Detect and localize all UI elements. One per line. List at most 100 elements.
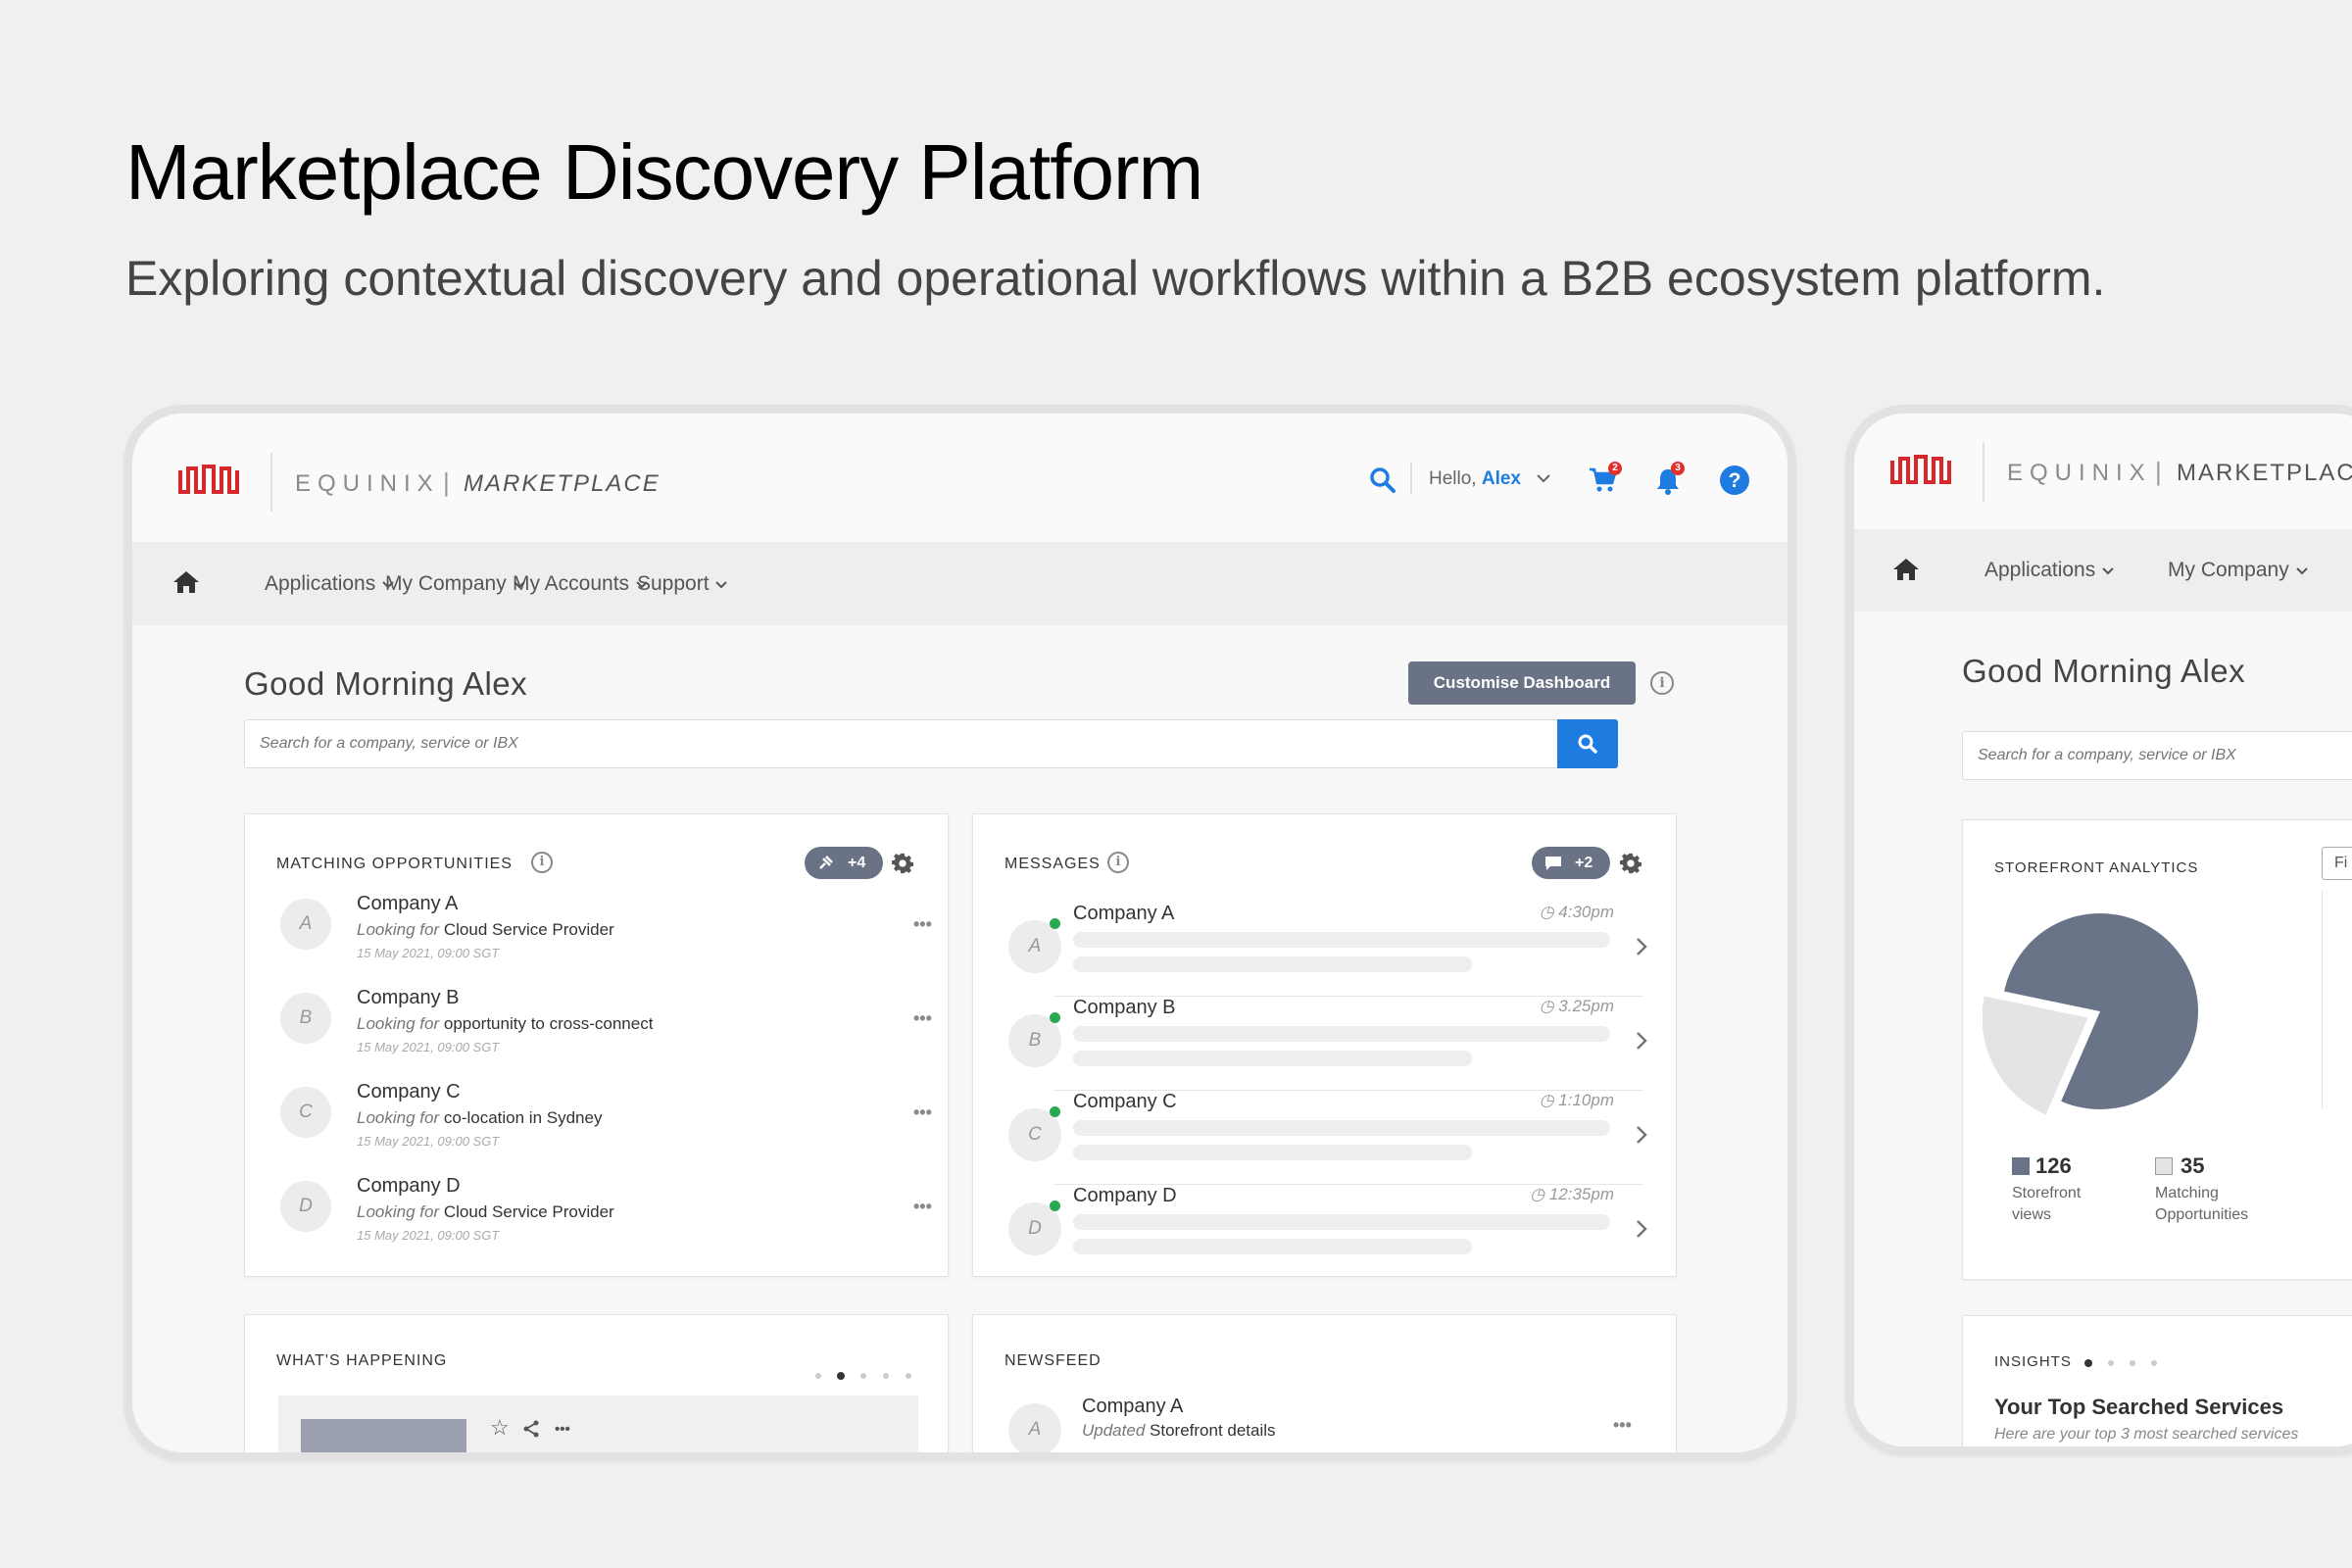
search-input[interactable] xyxy=(1963,732,2352,779)
storefront-pie-chart xyxy=(1983,913,2198,1115)
nav-my-company[interactable]: My Company xyxy=(385,572,526,596)
nav-my-accounts[interactable]: My Accounts xyxy=(513,572,649,596)
brand-product: MARKETPLACE xyxy=(464,470,661,497)
message-time: ◷ 4:30pm xyxy=(1539,903,1614,921)
opportunity-item[interactable]: D Company D Looking for Cloud Service Pr… xyxy=(280,1175,932,1253)
more-options-icon[interactable]: ••• xyxy=(913,1197,932,1217)
page-title: Good Morning Alex xyxy=(1962,653,2246,689)
search-input[interactable] xyxy=(245,720,1519,767)
opportunity-item[interactable]: B Company B Looking for opportunity to c… xyxy=(280,987,932,1065)
avatar: D xyxy=(280,1181,331,1232)
filter-button[interactable]: Fi xyxy=(2322,847,2352,880)
dashboard-screen-main: EQUINIX | MARKETPLACE Hello, Alex 2 3 ? … xyxy=(123,405,1796,1461)
storefront-analytics-card: STOREFRONT ANALYTICS Fi 126 Storefront vi… xyxy=(1962,819,2352,1280)
chevron-right-icon xyxy=(1637,938,1647,956)
carousel-dot-active[interactable] xyxy=(2084,1359,2092,1367)
nav-applications[interactable]: Applications xyxy=(265,572,395,596)
plug-icon xyxy=(819,856,833,869)
hero-subtitle: Exploring contextual discovery and opera… xyxy=(125,251,2106,306)
opportunities-count-pill[interactable]: +4 xyxy=(805,847,883,879)
messages-card: MESSAGES i +2 A Company A ◷ 4:30pm B Com… xyxy=(972,813,1677,1277)
opportunity-date: 15 May 2021, 09:00 SGT xyxy=(357,1134,500,1149)
avatar: A xyxy=(280,899,331,950)
dashboard-content: Good Morning Alex STOREFRONT ANALYTICS F… xyxy=(1854,612,2352,1446)
event-preview[interactable]: ☆ ••• xyxy=(278,1396,918,1452)
main-nav: Applications My Company My Accounts Supp… xyxy=(132,542,1788,625)
chevron-down-icon xyxy=(715,581,728,589)
search-submit-button[interactable] xyxy=(1557,719,1618,768)
carousel-dot[interactable] xyxy=(906,1373,911,1379)
message-time: ◷ 3.25pm xyxy=(1539,997,1614,1015)
avatar: C xyxy=(280,1087,331,1138)
chevron-down-icon xyxy=(2102,567,2114,575)
main-nav: Applications My Company xyxy=(1854,529,2352,612)
message-item[interactable]: D Company D ◷ 12:35pm xyxy=(1008,1185,1655,1279)
opportunity-company: Company D xyxy=(357,1175,461,1197)
more-options-icon[interactable]: ••• xyxy=(1613,1415,1632,1436)
top-bar: EQUINIX | MARKETPLACE xyxy=(1854,414,2352,529)
message-item[interactable]: C Company C ◷ 1:10pm xyxy=(1008,1091,1655,1185)
clock-icon: ◷ xyxy=(1539,1091,1554,1109)
carousel-dot[interactable] xyxy=(2130,1360,2135,1366)
opportunity-description: Looking for co-location in Sydney xyxy=(357,1108,603,1127)
clock-icon: ◷ xyxy=(1539,903,1554,921)
opportunity-item[interactable]: C Company C Looking for co-location in S… xyxy=(280,1081,932,1159)
more-options-icon[interactable]: ••• xyxy=(913,1008,932,1029)
avatar: B xyxy=(280,993,331,1044)
user-greeting[interactable]: Hello, Alex xyxy=(1429,468,1521,490)
carousel-dot[interactable] xyxy=(2108,1360,2114,1366)
card-title: MATCHING OPPORTUNITIES xyxy=(276,856,513,872)
equinix-logo-icon xyxy=(1890,455,1951,484)
online-indicator xyxy=(1050,1200,1060,1211)
nav-support[interactable]: Support xyxy=(637,572,728,596)
chevron-down-icon xyxy=(2295,567,2308,575)
brand-name: EQUINIX xyxy=(295,470,440,497)
info-icon[interactable]: i xyxy=(531,852,553,873)
more-options-icon[interactable]: ••• xyxy=(555,1421,570,1438)
equinix-logo-icon xyxy=(178,465,239,494)
message-item[interactable]: B Company B ◷ 3.25pm xyxy=(1008,997,1655,1091)
customise-dashboard-button[interactable]: Customise Dashboard xyxy=(1408,662,1636,705)
notifications-button[interactable]: 3 xyxy=(1654,462,1686,496)
star-icon[interactable]: ☆ xyxy=(490,1415,510,1441)
opportunity-item[interactable]: A Company A Looking for Cloud Service Pr… xyxy=(280,893,932,971)
home-icon[interactable] xyxy=(172,569,201,595)
nav-applications[interactable]: Applications xyxy=(1984,559,2115,582)
gear-icon[interactable] xyxy=(892,853,913,874)
legend-value: 35 xyxy=(2180,1153,2205,1178)
newsfeed-card: NEWSFEED A Company A Updated Storefront … xyxy=(972,1314,1677,1452)
gear-icon[interactable] xyxy=(1620,853,1642,874)
opportunity-description: Looking for opportunity to cross-connect xyxy=(357,1014,654,1033)
info-icon[interactable]: i xyxy=(1107,852,1129,873)
carousel-dot[interactable] xyxy=(815,1373,821,1379)
insights-card: INSIGHTS Your Top Searched Services Here… xyxy=(1962,1315,2352,1446)
search-bar xyxy=(1962,731,2352,780)
opportunity-date: 15 May 2021, 09:00 SGT xyxy=(357,1228,500,1243)
carousel-dot[interactable] xyxy=(2151,1360,2157,1366)
carousel-dot[interactable] xyxy=(883,1373,889,1379)
help-icon[interactable]: ? xyxy=(1719,465,1750,496)
carousel-dot[interactable] xyxy=(860,1373,866,1379)
message-item[interactable]: A Company A ◷ 4:30pm xyxy=(1008,903,1655,997)
brand-product: MARKETPLACE xyxy=(2177,460,2352,486)
messages-count-pill[interactable]: +2 xyxy=(1532,847,1610,879)
home-icon[interactable] xyxy=(1891,557,1921,582)
notification-badge: 3 xyxy=(1671,462,1685,475)
search-icon[interactable] xyxy=(1369,466,1396,494)
insights-subtitle: Here are your top 3 most searched servic… xyxy=(1994,1426,2299,1443)
cart-button[interactable]: 2 xyxy=(1589,462,1622,496)
clock-icon: ◷ xyxy=(1539,997,1554,1015)
info-icon[interactable]: i xyxy=(1650,671,1674,695)
message-sender: Company A xyxy=(1073,903,1175,924)
legend-swatch xyxy=(2012,1157,2030,1175)
chevron-right-icon xyxy=(1637,1032,1647,1050)
more-options-icon[interactable]: ••• xyxy=(913,1102,932,1123)
insights-heading: Your Top Searched Services xyxy=(1994,1395,2284,1419)
chevron-down-icon[interactable] xyxy=(1536,472,1551,484)
nav-my-company[interactable]: My Company xyxy=(2168,559,2309,582)
more-options-icon[interactable]: ••• xyxy=(913,914,932,935)
opportunity-description: Looking for Cloud Service Provider xyxy=(357,1202,614,1221)
carousel-dot-active[interactable] xyxy=(837,1372,845,1380)
opportunity-description: Looking for Cloud Service Provider xyxy=(357,920,614,939)
share-icon[interactable] xyxy=(522,1420,540,1438)
